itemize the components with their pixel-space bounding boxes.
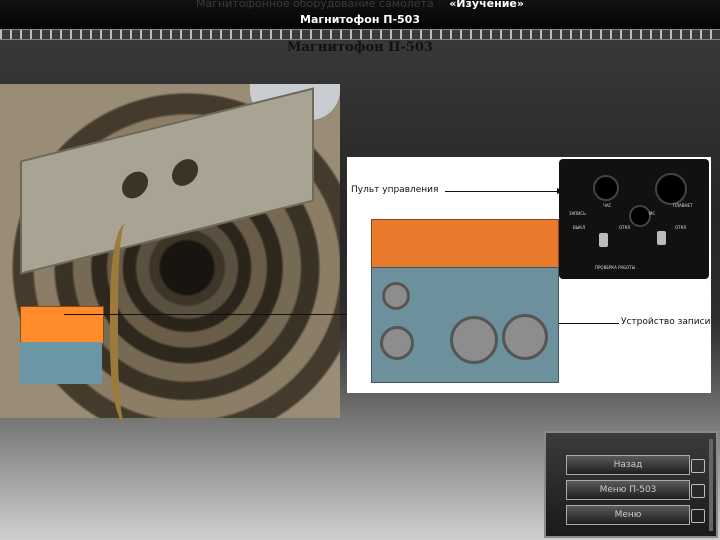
course-text: Магнитофонное оборудование самолёта: [196, 0, 434, 10]
photo-bracket-hole: [122, 168, 148, 202]
panel-marking: МС: [649, 211, 656, 216]
panel-marking: ОТКЛ: [619, 225, 631, 230]
panel-marking: ЗАПИСЬ: [569, 211, 586, 216]
recorder-connector: [380, 326, 414, 360]
panel-knob: [593, 175, 619, 201]
photo-bracket: [20, 87, 314, 275]
navigation-panel: Назад Меню П-503 Меню: [544, 431, 718, 538]
recorder-connector: [450, 316, 498, 364]
panel-marking: ПРОВЕРКА РАБОТЫ: [595, 265, 636, 270]
back-button[interactable]: Назад: [566, 455, 705, 475]
photo-recorder-top: [20, 306, 104, 344]
recorder-front: [371, 267, 559, 383]
panel-marking: ПЛАВНЕТ: [673, 203, 693, 208]
page-title: Магнитофон П-503: [287, 40, 433, 55]
photo-cable: [110, 224, 148, 424]
menu-button[interactable]: Меню: [566, 505, 705, 525]
recorder-connector: [382, 282, 410, 310]
recorder-lid: [371, 219, 559, 269]
panel-marking: ОТКЛ: [675, 225, 687, 230]
header-bar: Магнитофонное оборудование самолёта «Изу…: [0, 0, 720, 40]
panel-marking: ЧАС: [603, 203, 612, 208]
panel-knob: [629, 205, 651, 227]
control-panel-label: Пульт управления: [351, 185, 439, 195]
mode-label: «Изучение»: [449, 0, 524, 10]
equipment-figure: Пульт управления ЗАПИСЬ ЧАС МС ПЛАВНЕТ В…: [347, 157, 711, 393]
installation-photo: [0, 84, 340, 424]
recorder-label: Устройство записи: [621, 317, 711, 327]
control-panel-pointer: [445, 191, 559, 192]
panel-toggle: [657, 231, 666, 245]
course-line: Магнитофонное оборудование самолёта «Изу…: [0, 0, 720, 11]
nav-rail: [709, 439, 713, 531]
section-title: Магнитофон П-503: [300, 13, 420, 26]
panel-knob: [655, 173, 687, 205]
panel-marking: ВЫКЛ: [573, 225, 586, 230]
photo-bracket-hole: [172, 156, 198, 189]
p503-menu-button[interactable]: Меню П-503: [566, 480, 705, 500]
recorder-pointer: [559, 323, 619, 324]
recorder-device: [371, 219, 559, 383]
control-panel: ЗАПИСЬ ЧАС МС ПЛАВНЕТ ВЫКЛ ОТКЛ ОТКЛ ПРО…: [559, 159, 709, 279]
panel-toggle: [599, 233, 608, 247]
ruler-strip: [0, 29, 720, 40]
photo-pointer-line: [64, 314, 354, 315]
recorder-connector: [502, 314, 548, 360]
photo-recorder-body: [20, 342, 102, 384]
